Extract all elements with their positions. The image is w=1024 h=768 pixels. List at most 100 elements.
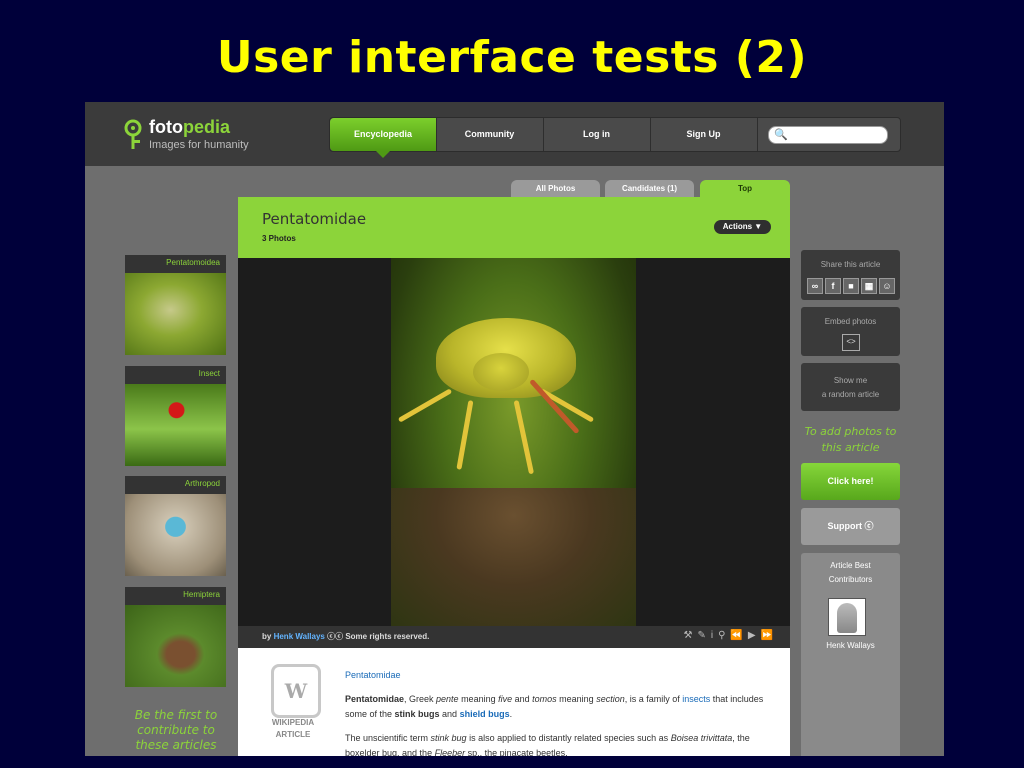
- random-article-button[interactable]: Show me a random article: [801, 363, 900, 411]
- embed-code-icon[interactable]: <>: [842, 334, 860, 351]
- contributor-avatar[interactable]: [828, 598, 866, 636]
- wiki-text: meaning: [458, 694, 499, 704]
- credit-author-link[interactable]: Henk Wallays: [274, 632, 325, 641]
- thumb-arthropod[interactable]: Arthropod: [125, 476, 226, 576]
- photo-viewer: by Henk Wallays ⓒⓒ Some rights reserved.…: [238, 258, 790, 648]
- embed-title: Embed photos: [824, 317, 877, 326]
- thumb-image: [125, 605, 226, 687]
- tab-top[interactable]: Top: [700, 180, 790, 197]
- search-icon: 🔍: [774, 129, 788, 141]
- share-icons: ∞ f ■ ▦ ☺: [807, 278, 895, 294]
- actions-button[interactable]: Actions ▼: [714, 220, 771, 234]
- photo-flower: [391, 488, 636, 626]
- play-icon[interactable]: ▶: [748, 630, 761, 641]
- photo-bug-head: [473, 353, 529, 391]
- share-title: Share this article: [820, 260, 881, 269]
- wiki-text: pente: [436, 694, 459, 704]
- photo-info-bar: by Henk Wallays ⓒⓒ Some rights reserved.…: [238, 626, 790, 648]
- thumb-label: Arthropod: [184, 479, 220, 488]
- click-here-button[interactable]: Click here!: [801, 463, 900, 500]
- contributor-name[interactable]: Henk Wallays: [801, 641, 900, 650]
- share-link-icon[interactable]: ∞: [807, 278, 823, 294]
- share-box: Share this article ∞ f ■ ▦ ☺: [801, 250, 900, 300]
- wiki-text: sp., the pinacate beetles.: [465, 748, 568, 756]
- random-line-2: a random article: [821, 390, 880, 399]
- delicious-icon[interactable]: ■: [843, 278, 859, 294]
- facebook-icon[interactable]: f: [825, 278, 841, 294]
- contributors-title: Article Best Contributors: [801, 553, 900, 587]
- thumb-pentatomoidea[interactable]: Pentatomoidea: [125, 255, 226, 355]
- brand-name[interactable]: fotopedia: [149, 117, 230, 138]
- fotopedia-logo-icon: [124, 119, 142, 149]
- photo-credit: by Henk Wallays ⓒⓒ Some rights reserved.: [262, 631, 429, 642]
- wiki-link-insects[interactable]: insects: [682, 694, 710, 704]
- photo-controls: ⚒✎i⚲⏪▶⏩: [683, 630, 778, 641]
- add-photos-hint: To add photos to this article: [804, 425, 897, 454]
- thumb-label: Pentatomoidea: [166, 258, 220, 267]
- zoom-icon[interactable]: ⚲: [718, 630, 730, 641]
- search-box: 🔍: [768, 126, 888, 144]
- fotopedia-screenshot: fotopedia Images for humanity Encycloped…: [85, 102, 944, 756]
- slide-title: User interface tests (2): [216, 32, 808, 83]
- stumbleupon-icon[interactable]: ▦: [861, 278, 877, 294]
- nav-encyclopedia[interactable]: Encyclopedia: [330, 118, 437, 151]
- support-button[interactable]: Support ⓒ: [801, 508, 900, 545]
- thumb-insect[interactable]: Insect: [125, 366, 226, 466]
- wiki-text: and: [512, 694, 533, 704]
- thumb-image: [125, 384, 226, 466]
- wikipedia-puzzle-icon: W: [271, 664, 321, 718]
- info-icon[interactable]: i: [711, 630, 718, 641]
- be-first-link[interactable]: Be the first to contribute to these arti…: [123, 708, 229, 753]
- wiki-title-link[interactable]: Pentatomidae: [345, 670, 401, 680]
- photo-count: 3 Photos: [262, 234, 296, 243]
- brand-name-suffix: pedia: [182, 117, 230, 137]
- embed-box: Embed photos <>: [801, 307, 900, 356]
- search-input[interactable]: [787, 128, 881, 141]
- contributors-title-line2: Contributors: [828, 575, 873, 584]
- brand-tagline: Images for humanity: [149, 139, 249, 151]
- wiki-text: and: [439, 709, 460, 719]
- wiki-text: stink bug: [430, 733, 467, 743]
- nav-sign-up[interactable]: Sign Up: [650, 118, 758, 151]
- photo-bug-leg: [456, 400, 474, 470]
- tag-icon[interactable]: ✎: [697, 630, 710, 641]
- article-title: Pentatomidae: [262, 210, 367, 228]
- thumb-label: Insect: [198, 369, 220, 378]
- main-photo[interactable]: [391, 258, 636, 626]
- best-contributors-box: Article Best Contributors Henk Wallays: [801, 553, 900, 756]
- wiki-label-line2: ARTICLE: [275, 730, 311, 739]
- support-label: Support: [827, 521, 862, 531]
- reddit-icon[interactable]: ☺: [879, 278, 895, 294]
- credit-rights: Some rights reserved.: [345, 632, 430, 641]
- wiki-link-shield-bugs[interactable]: shield bugs: [460, 709, 510, 719]
- wiki-text: .: [509, 709, 513, 719]
- wiki-paragraph-1: Pentatomidae, Greek pente meaning five a…: [345, 692, 775, 722]
- credit-by: by: [262, 632, 272, 641]
- top-bar: fotopedia Images for humanity Encycloped…: [85, 102, 944, 166]
- wiki-text: tomos: [532, 694, 557, 704]
- thumb-label: Hemiptera: [183, 590, 220, 599]
- fast-forward-icon[interactable]: ⏩: [761, 630, 778, 641]
- contributors-title-line1: Article Best: [830, 561, 871, 570]
- wiki-label-line1: WIKIPEDIA: [271, 718, 315, 727]
- brand-name-prefix: foto: [149, 117, 183, 137]
- article-header: Pentatomidae 3 Photos Actions ▼: [238, 197, 790, 258]
- tab-candidates[interactable]: Candidates (1): [605, 180, 694, 197]
- wiki-term: Pentatomidae: [345, 694, 405, 704]
- nav-community[interactable]: Community: [436, 118, 544, 151]
- random-line-1: Show me: [833, 376, 868, 385]
- tool-icon[interactable]: ⚒: [683, 630, 697, 641]
- wikipedia-article: W WIKIPEDIA ARTICLE Pentatomidae Pentato…: [238, 648, 790, 756]
- wiki-text: meaning: [556, 694, 597, 704]
- wiki-text: The unscientific term: [345, 733, 431, 743]
- thumb-image: [125, 273, 226, 355]
- nav-log-in[interactable]: Log in: [543, 118, 651, 151]
- wiki-text: section: [596, 694, 625, 704]
- thumb-image: [125, 494, 226, 576]
- wiki-text: Boisea trivittata: [670, 733, 733, 743]
- wiki-text: Fleeber: [434, 748, 466, 756]
- thumb-hemiptera[interactable]: Hemiptera: [125, 587, 226, 687]
- rewind-icon[interactable]: ⏪: [730, 630, 747, 641]
- wiki-link-stink-bugs[interactable]: stink bugs: [395, 709, 440, 719]
- tab-all-photos[interactable]: All Photos: [511, 180, 600, 197]
